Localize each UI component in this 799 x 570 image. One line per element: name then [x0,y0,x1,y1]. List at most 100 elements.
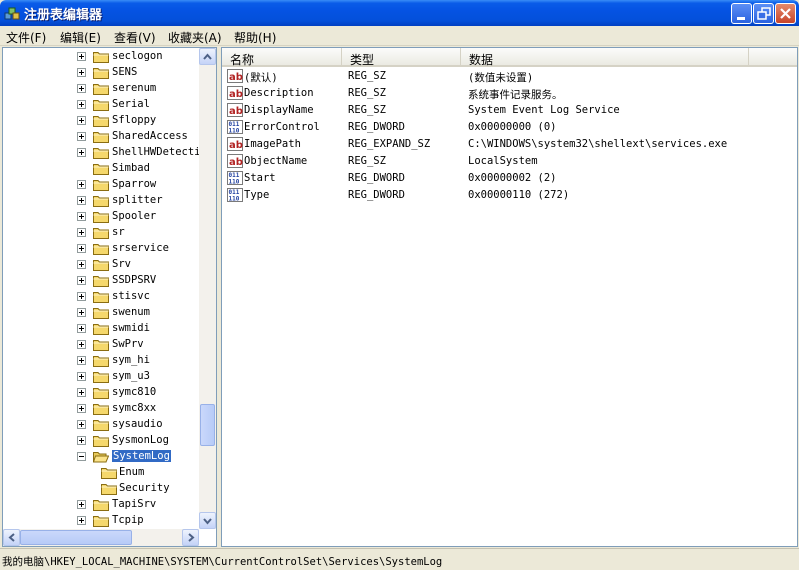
expand-toggle-icon[interactable] [77,308,86,317]
tree-item[interactable]: swenum [77,305,197,321]
tree-item[interactable]: Sfloppy [77,113,197,129]
tree-item[interactable]: sr [77,225,197,241]
tree-item[interactable]: sym_hi [77,353,197,369]
expand-toggle-icon[interactable] [77,292,86,301]
folder-icon [93,52,109,63]
expand-toggle-icon[interactable] [77,404,86,413]
expand-toggle-icon[interactable] [77,100,86,109]
scroll-down-button[interactable] [199,512,216,529]
tree-item[interactable]: sym_u3 [77,369,197,385]
value-data: 0x00000000 (0) [468,121,557,133]
title-bar[interactable]: 注册表编辑器 [0,0,799,26]
expand-toggle-icon[interactable] [77,436,86,445]
tree-item[interactable]: swmidi [77,321,197,337]
tree-item[interactable]: serenum [77,81,197,97]
tree-item-label: Spooler [112,210,157,222]
expand-toggle-icon[interactable] [77,276,86,285]
scroll-thumb[interactable] [200,404,215,446]
column-header-type[interactable]: 类型 [342,48,461,67]
menu-edit[interactable]: 编辑(E) [60,29,101,46]
tree-item[interactable]: stisvc [77,289,197,305]
expand-toggle-icon[interactable] [77,68,86,77]
tree-item[interactable]: SharedAccess [77,129,197,145]
value-row[interactable]: ab DisplayName REG_SZ System Event Log Serv… [222,102,797,119]
expand-toggle-icon[interactable] [77,148,86,157]
expand-toggle-icon[interactable] [77,516,86,525]
registry-value-list[interactable]: 名称 类型 数据 ab (默认) REG_SZ (数值未设置) ab Descriptio… [221,47,798,547]
value-row[interactable]: ab ImagePath REG_EXPAND_SZ C:\WINDOWS\syste… [222,136,797,153]
chevron-left-icon [8,533,15,542]
value-type: REG_DWORD [348,189,405,201]
expand-toggle-icon[interactable] [77,52,86,61]
value-row[interactable]: 011 110 ErrorControl REG_DWORD 0x00000000 (0… [222,119,797,136]
value-row[interactable]: ab (默认) REG_SZ (数值未设置) [222,68,797,85]
expand-toggle-icon[interactable] [77,116,86,125]
minimize-button[interactable] [731,3,752,24]
tree-item[interactable]: splitter [77,193,197,209]
expand-toggle-icon[interactable] [77,228,86,237]
menu-view[interactable]: 查看(V) [114,29,156,46]
menu-file[interactable]: 文件(F) [6,29,46,46]
tree-item-label: Simbad [112,162,150,174]
folder-icon [93,244,109,255]
tree-item[interactable]: Srv [77,257,197,273]
tree-item[interactable]: Sparrow [77,177,197,193]
tree-vertical-scrollbar[interactable] [199,48,216,529]
tree-item[interactable]: seclogon [77,49,197,65]
expand-toggle-icon[interactable] [77,260,86,269]
expand-toggle-icon[interactable] [77,244,86,253]
tree-item[interactable]: Simbad [77,161,197,177]
tree-item[interactable]: ShellHWDetecti [77,145,201,161]
tree-item[interactable]: Security [95,481,197,497]
column-header-name[interactable]: 名称 [222,48,342,67]
value-row[interactable]: ab Description REG_SZ 系统事件记录服务。 [222,85,797,102]
tree-item-label: TapiSrv [112,498,157,510]
restore-button[interactable] [753,3,774,24]
expand-toggle-icon[interactable] [77,84,86,93]
tree-item[interactable]: SwPrv [77,337,197,353]
tree-item[interactable]: Spooler [77,209,197,225]
expand-toggle-icon[interactable] [77,372,86,381]
expand-toggle-icon[interactable] [77,180,86,189]
scroll-up-button[interactable] [199,48,216,65]
tree-item[interactable]: Tcpip [77,513,197,529]
tree-item[interactable]: srservice [77,241,197,257]
tree-item-label: SwPrv [112,338,144,350]
tree-item[interactable]: TapiSrv [77,497,197,513]
value-row[interactable]: ab ObjectName REG_SZ LocalSystem [222,153,797,170]
expand-toggle-icon[interactable] [77,132,86,141]
tree-item-label: SysmonLog [112,434,169,446]
collapse-toggle-icon[interactable] [77,452,86,461]
tree-item[interactable]: Serial [77,97,197,113]
tree-item[interactable]: SystemLog [77,449,197,465]
expand-toggle-icon[interactable] [77,388,86,397]
expand-toggle-icon[interactable] [77,356,86,365]
expand-toggle-icon[interactable] [77,500,86,509]
menu-favorites[interactable]: 收藏夹(A) [168,29,222,46]
binary-value-icon: 011110 [227,188,243,202]
value-row[interactable]: 011 110 Start REG_DWORD 0x00000002 (2) [222,170,797,187]
tree-item[interactable]: symc810 [77,385,197,401]
close-button[interactable] [775,3,796,24]
expand-toggle-icon[interactable] [77,420,86,429]
expand-toggle-icon[interactable] [77,340,86,349]
expand-toggle-icon[interactable] [77,212,86,221]
scroll-left-button[interactable] [3,529,20,546]
horizontal-scroll-thumb[interactable] [20,530,132,545]
tree-item[interactable]: symc8xx [77,401,197,417]
tree-item[interactable]: Enum [95,465,197,481]
tree-item[interactable]: SENS [77,65,197,81]
value-type: REG_SZ [348,155,386,167]
tree-item[interactable]: SysmonLog [77,433,197,449]
menu-help[interactable]: 帮助(H) [234,29,276,46]
tree-item[interactable]: SSDPSRV [77,273,197,289]
tree-horizontal-scrollbar[interactable] [3,529,199,546]
registry-key-tree[interactable]: seclogon SENS serenum Serial Sfloppy SharedAc… [2,47,217,547]
expand-toggle-icon[interactable] [77,324,86,333]
value-row[interactable]: 011 110 Type REG_DWORD 0x00000110 (272) [222,187,797,204]
column-header-data[interactable]: 数据 [461,48,749,67]
folder-icon [93,68,109,79]
expand-toggle-icon[interactable] [77,196,86,205]
scroll-right-button[interactable] [182,529,199,546]
tree-item[interactable]: sysaudio [77,417,197,433]
